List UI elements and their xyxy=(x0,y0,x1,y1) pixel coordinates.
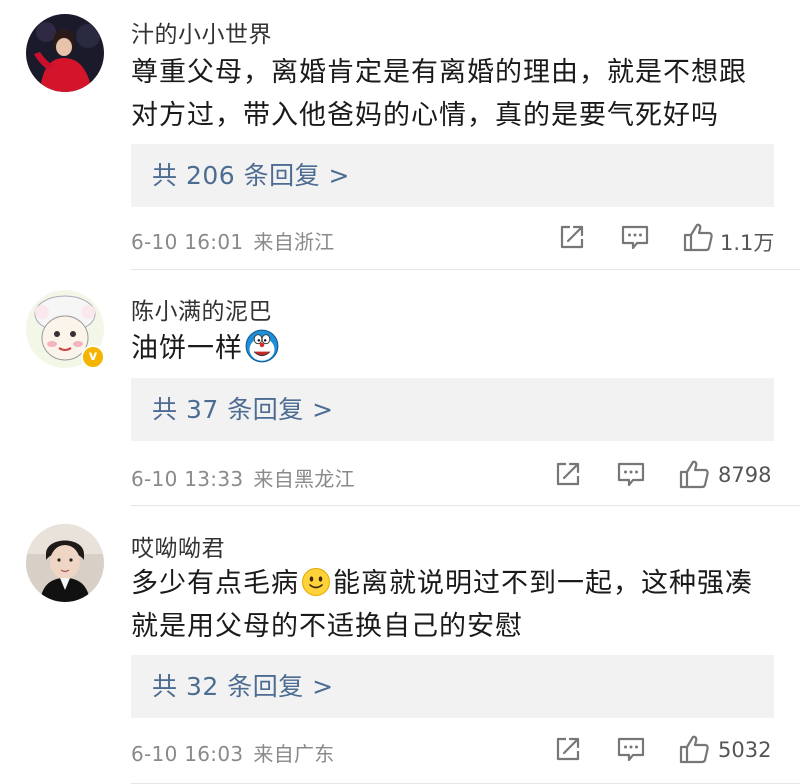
timestamp: 6-10 16:01 xyxy=(131,230,244,254)
comment-text-line: 对方过，带入他爸妈的心情，真的是要气死好吗 xyxy=(131,100,719,131)
comment-meta: 6-10 16:03 来自广东 xyxy=(131,738,335,767)
thumbs-up-icon xyxy=(679,460,709,489)
timestamp: 6-10 16:03 xyxy=(131,742,244,766)
comment-meta: 6-10 13:33 来自黑龙江 xyxy=(131,463,355,492)
location: 来自广东 xyxy=(253,742,335,766)
like-button[interactable] xyxy=(682,221,714,253)
thumbs-up-icon xyxy=(683,223,713,252)
timestamp: 6-10 13:33 xyxy=(131,467,244,491)
avatar[interactable] xyxy=(26,524,104,602)
avatar[interactable] xyxy=(26,14,104,92)
comment-text-line: 尊重父母，离婚肯定是有离婚的理由，就是不想跟 xyxy=(131,57,747,88)
comment-text: 尊重父母，离婚肯定是有离婚的理由，就是不想跟 对方过，带入他爸妈的心情，真的是要… xyxy=(131,51,771,137)
comment-icon xyxy=(617,462,645,487)
replies-label: 共 37 条回复 > xyxy=(152,395,334,424)
replies-button[interactable]: 共 32 条回复 > xyxy=(131,655,774,718)
location: 来自黑龙江 xyxy=(253,467,355,491)
share-icon xyxy=(556,737,580,761)
doraemon-emoji xyxy=(245,329,279,363)
like-count: 5032 xyxy=(718,738,772,762)
share-icon xyxy=(556,462,580,486)
comment-text-segment: 多少有点毛病 xyxy=(131,568,299,599)
like-button[interactable] xyxy=(678,458,710,490)
comment-item: v 陈小满的泥巴 油饼一样 共 37 条回复 > 6-10 13:33 来自黑龙江 xyxy=(0,270,800,506)
replies-button[interactable]: 共 206 条回复 > xyxy=(131,144,774,207)
share-button[interactable] xyxy=(554,735,582,767)
comment-item: 汁的小小世界 尊重父母，离婚肯定是有离婚的理由，就是不想跟 对方过，带入他爸妈的… xyxy=(0,0,800,270)
comment-text-segment: 能离就说明过不到一起，这种强凑 xyxy=(333,568,753,599)
like-button[interactable] xyxy=(678,733,710,765)
comment-button[interactable] xyxy=(620,223,650,255)
replies-label: 共 32 条回复 > xyxy=(152,672,334,701)
comment-item: 哎呦呦君 多少有点毛病 能离就说明过不到一起，这种强凑 就是用父母的不适换自己的… xyxy=(0,506,800,784)
comment-icon xyxy=(617,737,645,762)
like-count: 8798 xyxy=(718,463,772,487)
comment-button[interactable] xyxy=(616,460,646,492)
comment-text-line: 油饼一样 xyxy=(131,327,771,370)
replies-label: 共 206 条回复 > xyxy=(152,161,351,190)
comment-text-segment: 油饼一样 xyxy=(131,333,243,364)
comment-button[interactable] xyxy=(616,735,646,767)
comment-text-line: 就是用父母的不适换自己的安慰 xyxy=(131,611,523,642)
share-button[interactable] xyxy=(554,460,582,492)
replies-button[interactable]: 共 37 条回复 > xyxy=(131,378,774,441)
comment-text-line: 多少有点毛病 能离就说明过不到一起，这种强凑 xyxy=(131,562,771,605)
smile-emoji xyxy=(302,568,330,596)
username[interactable]: 哎呦呦君 xyxy=(131,529,225,563)
comment-text: 油饼一样 xyxy=(131,327,771,370)
avatar-image xyxy=(26,524,104,602)
verified-badge: v xyxy=(81,345,105,369)
share-button[interactable] xyxy=(558,223,586,255)
username[interactable]: 汁的小小世界 xyxy=(131,15,272,49)
avatar-image xyxy=(26,14,104,92)
username[interactable]: 陈小满的泥巴 xyxy=(131,292,272,326)
comment-text: 多少有点毛病 能离就说明过不到一起，这种强凑 就是用父母的不适换自己的安慰 xyxy=(131,562,771,648)
thumbs-up-icon xyxy=(679,735,709,764)
comment-icon xyxy=(621,225,649,250)
like-count: 1.1万 xyxy=(720,231,775,255)
location: 来自浙江 xyxy=(253,230,335,254)
comment-meta: 6-10 16:01 来自浙江 xyxy=(131,226,335,255)
share-icon xyxy=(560,225,584,249)
